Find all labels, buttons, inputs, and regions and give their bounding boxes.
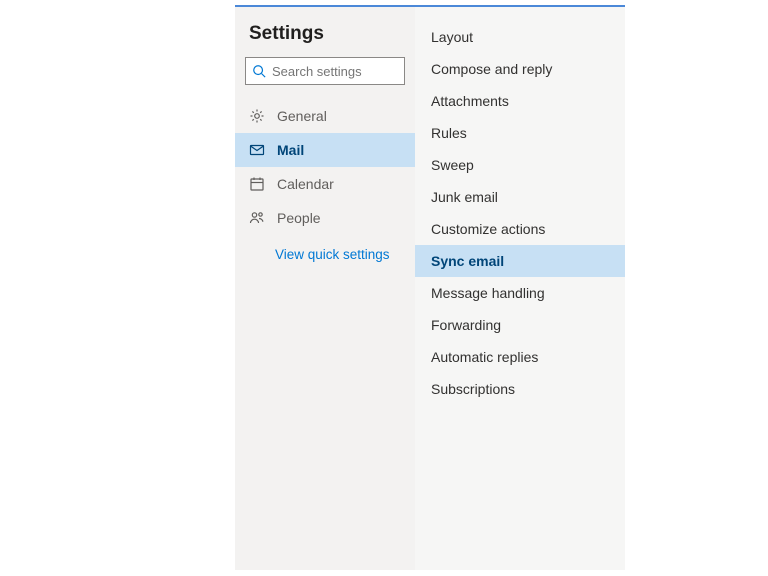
nav-item-people[interactable]: People [235,201,415,235]
nav-item-label: General [277,108,327,124]
calendar-icon [249,176,265,192]
search-input[interactable] [272,64,398,79]
sub-item-label: Forwarding [431,317,501,333]
sub-item-label: Automatic replies [431,349,538,365]
sub-item-label: Message handling [431,285,545,301]
people-icon [249,210,265,226]
sub-item-subscriptions[interactable]: Subscriptions [415,373,625,405]
sub-item-label: Layout [431,29,473,45]
sub-item-forwarding[interactable]: Forwarding [415,309,625,341]
settings-sub-column: Layout Compose and reply Attachments Rul… [415,7,625,570]
nav-item-label: Mail [277,142,304,158]
sub-item-label: Rules [431,125,467,141]
sub-item-automatic-replies[interactable]: Automatic replies [415,341,625,373]
sub-item-attachments[interactable]: Attachments [415,85,625,117]
sub-item-label: Subscriptions [431,381,515,397]
view-quick-settings-link[interactable]: View quick settings [235,235,415,262]
settings-title: Settings [235,21,415,57]
sub-item-sweep[interactable]: Sweep [415,149,625,181]
search-icon [252,64,266,78]
nav-item-mail[interactable]: Mail [235,133,415,167]
nav-item-general[interactable]: General [235,99,415,133]
sub-item-sync-email[interactable]: Sync email [415,245,625,277]
sub-item-compose-and-reply[interactable]: Compose and reply [415,53,625,85]
sub-item-message-handling[interactable]: Message handling [415,277,625,309]
gear-icon [249,108,265,124]
sub-item-label: Sweep [431,157,474,173]
mail-icon [249,142,265,158]
nav-item-label: Calendar [277,176,334,192]
sub-item-junk-email[interactable]: Junk email [415,181,625,213]
sub-item-label: Sync email [431,253,504,269]
sub-item-label: Compose and reply [431,61,552,77]
search-wrap [235,57,415,99]
sub-item-rules[interactable]: Rules [415,117,625,149]
sub-item-layout[interactable]: Layout [415,21,625,53]
sub-item-label: Junk email [431,189,498,205]
sub-item-label: Customize actions [431,221,545,237]
nav-item-label: People [277,210,321,226]
sub-item-customize-actions[interactable]: Customize actions [415,213,625,245]
settings-panel: Settings General [235,5,625,570]
nav-item-calendar[interactable]: Calendar [235,167,415,201]
settings-nav-column: Settings General [235,7,415,570]
sub-item-label: Attachments [431,93,509,109]
search-box[interactable] [245,57,405,85]
